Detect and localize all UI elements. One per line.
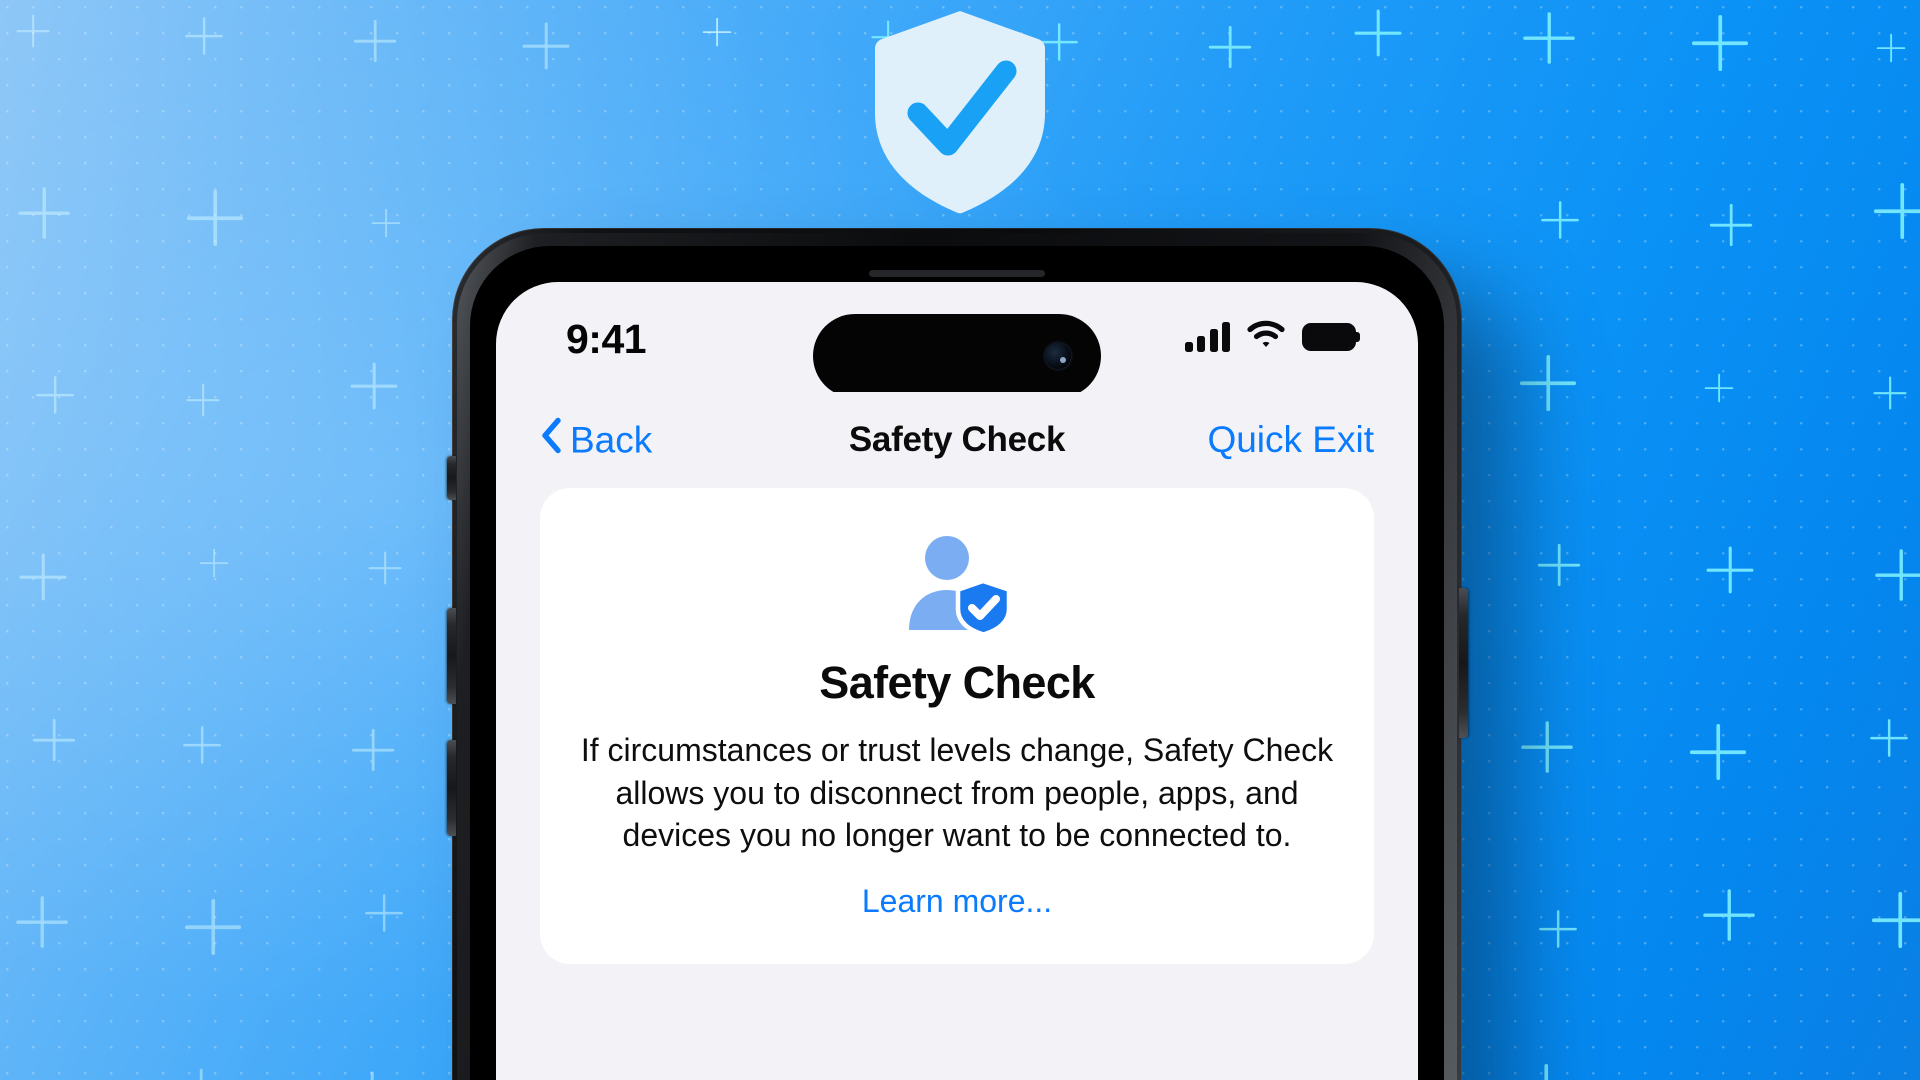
volume-down-button[interactable] [447,740,456,836]
card-description: If circumstances or trust levels change,… [580,732,1334,854]
shield-check-icon [870,9,1050,215]
earpiece-speaker [869,270,1045,277]
safety-check-intro-card: Safety Check If circumstances or trust l… [540,488,1374,964]
learn-more-link[interactable]: Learn more... [862,883,1052,920]
back-button[interactable]: Back [540,417,652,464]
power-button[interactable] [1459,588,1468,738]
action-button[interactable] [447,456,456,500]
cellular-signal-icon [1184,322,1230,352]
volume-up-button[interactable] [447,608,456,704]
device-frame: 9:41 Back Safety Check Quick Exit Safety… [452,228,1462,1080]
iphone-device: 9:41 Back Safety Check Quick Exit Safety… [452,228,1462,1080]
battery-icon [1302,323,1356,351]
dynamic-island[interactable] [813,314,1101,398]
battery-fill [1305,326,1353,348]
quick-exit-button[interactable]: Quick Exit [1207,419,1374,461]
page-title: Safety Check [848,420,1066,459]
card-title: Safety Check [819,657,1095,708]
person-shield-check-icon [578,534,1336,639]
device-metal-band: 9:41 Back Safety Check Quick Exit Safety… [457,233,1457,1080]
status-bar-icons [1184,320,1356,354]
main-content: Safety Check If circumstances or trust l… [496,488,1418,964]
navigation-bar: Back Safety Check Quick Exit [496,392,1418,488]
chevron-left-icon [540,417,562,464]
status-bar-clock: 9:41 [566,316,647,362]
wifi-icon [1247,320,1285,354]
front-camera-icon [1045,343,1071,369]
device-screen: 9:41 Back Safety Check Quick Exit Safety… [496,282,1418,1080]
status-bar: 9:41 [496,282,1418,398]
back-button-label: Back [570,419,653,460]
device-bezel: 9:41 Back Safety Check Quick Exit Safety… [470,246,1444,1080]
